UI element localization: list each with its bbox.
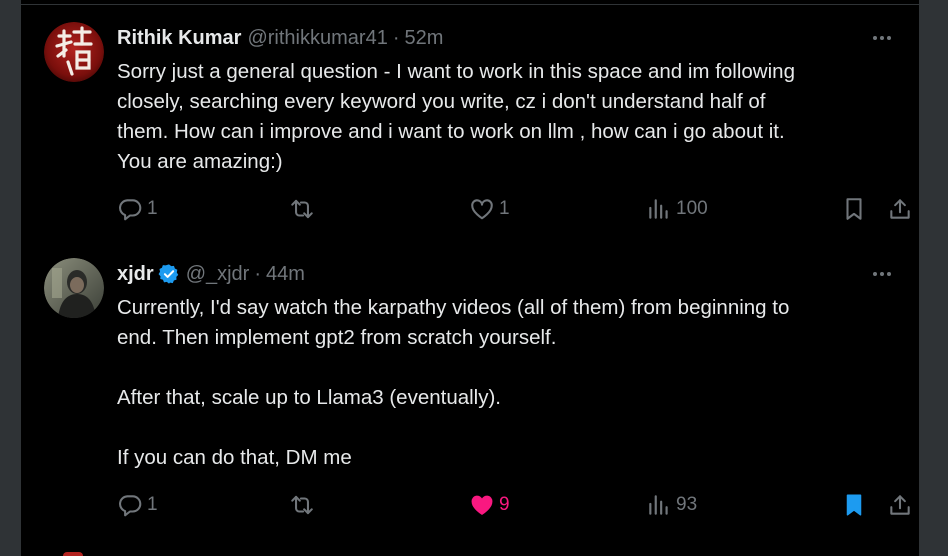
retweet-button[interactable]: [289, 194, 319, 224]
bookmark-button[interactable]: [841, 194, 867, 224]
retweet-icon: [291, 495, 313, 515]
action-bar: 1 1 100: [117, 194, 910, 224]
text-line: You are amazing:): [117, 150, 283, 173]
tweet-text: Currently, I'd say watch the karpathy vi…: [117, 293, 897, 473]
view-count: 93: [676, 494, 698, 515]
avatar[interactable]: [44, 258, 104, 318]
view-count: 100: [676, 198, 708, 219]
display-name[interactable]: Rithik Kumar: [117, 27, 241, 50]
timestamp[interactable]: 44m: [266, 263, 305, 286]
text-line: closely, searching every keyword you wri…: [117, 90, 766, 113]
text-line: [117, 413, 897, 443]
text-line: Sorry just a general question - I want t…: [117, 60, 795, 83]
more-dot: [880, 36, 884, 40]
next-avatar-edge: [63, 552, 83, 556]
reply-button[interactable]: 1: [117, 490, 158, 520]
reply-icon: [119, 495, 142, 517]
views-icon: [649, 495, 668, 515]
tweet-xjdr[interactable]: xjdr @_xjdr · 44m Currently, I'd say wat…: [21, 258, 919, 528]
display-name[interactable]: xjdr: [117, 263, 154, 286]
like-count: 9: [499, 494, 510, 515]
tweet-rithik[interactable]: Rithik Kumar @rithikkumar41 · 52m Sorry …: [21, 22, 919, 242]
views-button[interactable]: 100: [646, 194, 708, 224]
timeline-column: Rithik Kumar @rithikkumar41 · 52m Sorry …: [20, 0, 920, 556]
reply-count: 1: [147, 494, 158, 515]
like-button[interactable]: 9: [469, 490, 510, 520]
share-icon: [890, 495, 910, 515]
bookmark-button[interactable]: [841, 490, 867, 520]
share-button[interactable]: [887, 490, 913, 520]
divider: [21, 4, 919, 5]
more-dot: [873, 272, 877, 276]
views-icon: [649, 199, 668, 219]
bookmark-icon: [846, 198, 862, 220]
timestamp[interactable]: 52m: [404, 27, 443, 50]
tweet-text: Sorry just a general question - I want t…: [117, 57, 897, 177]
share-button[interactable]: [887, 194, 913, 224]
views-button[interactable]: 93: [646, 490, 697, 520]
user-handle[interactable]: @_xjdr: [186, 263, 250, 286]
verified-badge-icon: [158, 264, 178, 284]
like-count: 1: [499, 198, 510, 219]
tweet-header: xjdr @_xjdr · 44m: [117, 259, 305, 289]
separator-dot: ·: [254, 262, 262, 285]
text-line: If you can do that, DM me: [117, 446, 352, 469]
reply-count: 1: [147, 198, 158, 219]
separator-dot: ·: [392, 26, 400, 49]
user-handle[interactable]: @rithikkumar41: [247, 27, 387, 50]
text-line: them. How can i improve and i want to wo…: [117, 120, 785, 143]
tweet-header: Rithik Kumar @rithikkumar41 · 52m: [117, 23, 443, 53]
bookmark-filled-icon: [846, 494, 862, 516]
text-line: Currently, I'd say watch the karpathy vi…: [117, 296, 790, 319]
like-button[interactable]: 1: [469, 194, 510, 224]
heart-filled-icon: [471, 495, 493, 515]
reply-icon: [119, 199, 142, 221]
more-dot: [887, 272, 891, 276]
more-dot: [887, 36, 891, 40]
heart-icon: [471, 199, 493, 220]
more-dot: [873, 36, 877, 40]
more-options-button[interactable]: [873, 259, 891, 289]
retweet-button[interactable]: [289, 490, 319, 520]
text-line: After that, scale up to Llama3 (eventual…: [117, 386, 502, 409]
avatar[interactable]: [44, 22, 104, 82]
reply-button[interactable]: 1: [117, 194, 158, 224]
text-line: [117, 353, 897, 383]
more-options-button[interactable]: [873, 23, 891, 53]
retweet-icon: [291, 199, 313, 219]
more-dot: [880, 272, 884, 276]
share-icon: [890, 199, 910, 219]
action-bar: 1 9 93: [117, 490, 910, 520]
text-line: end. Then implement gpt2 from scratch yo…: [117, 326, 557, 349]
